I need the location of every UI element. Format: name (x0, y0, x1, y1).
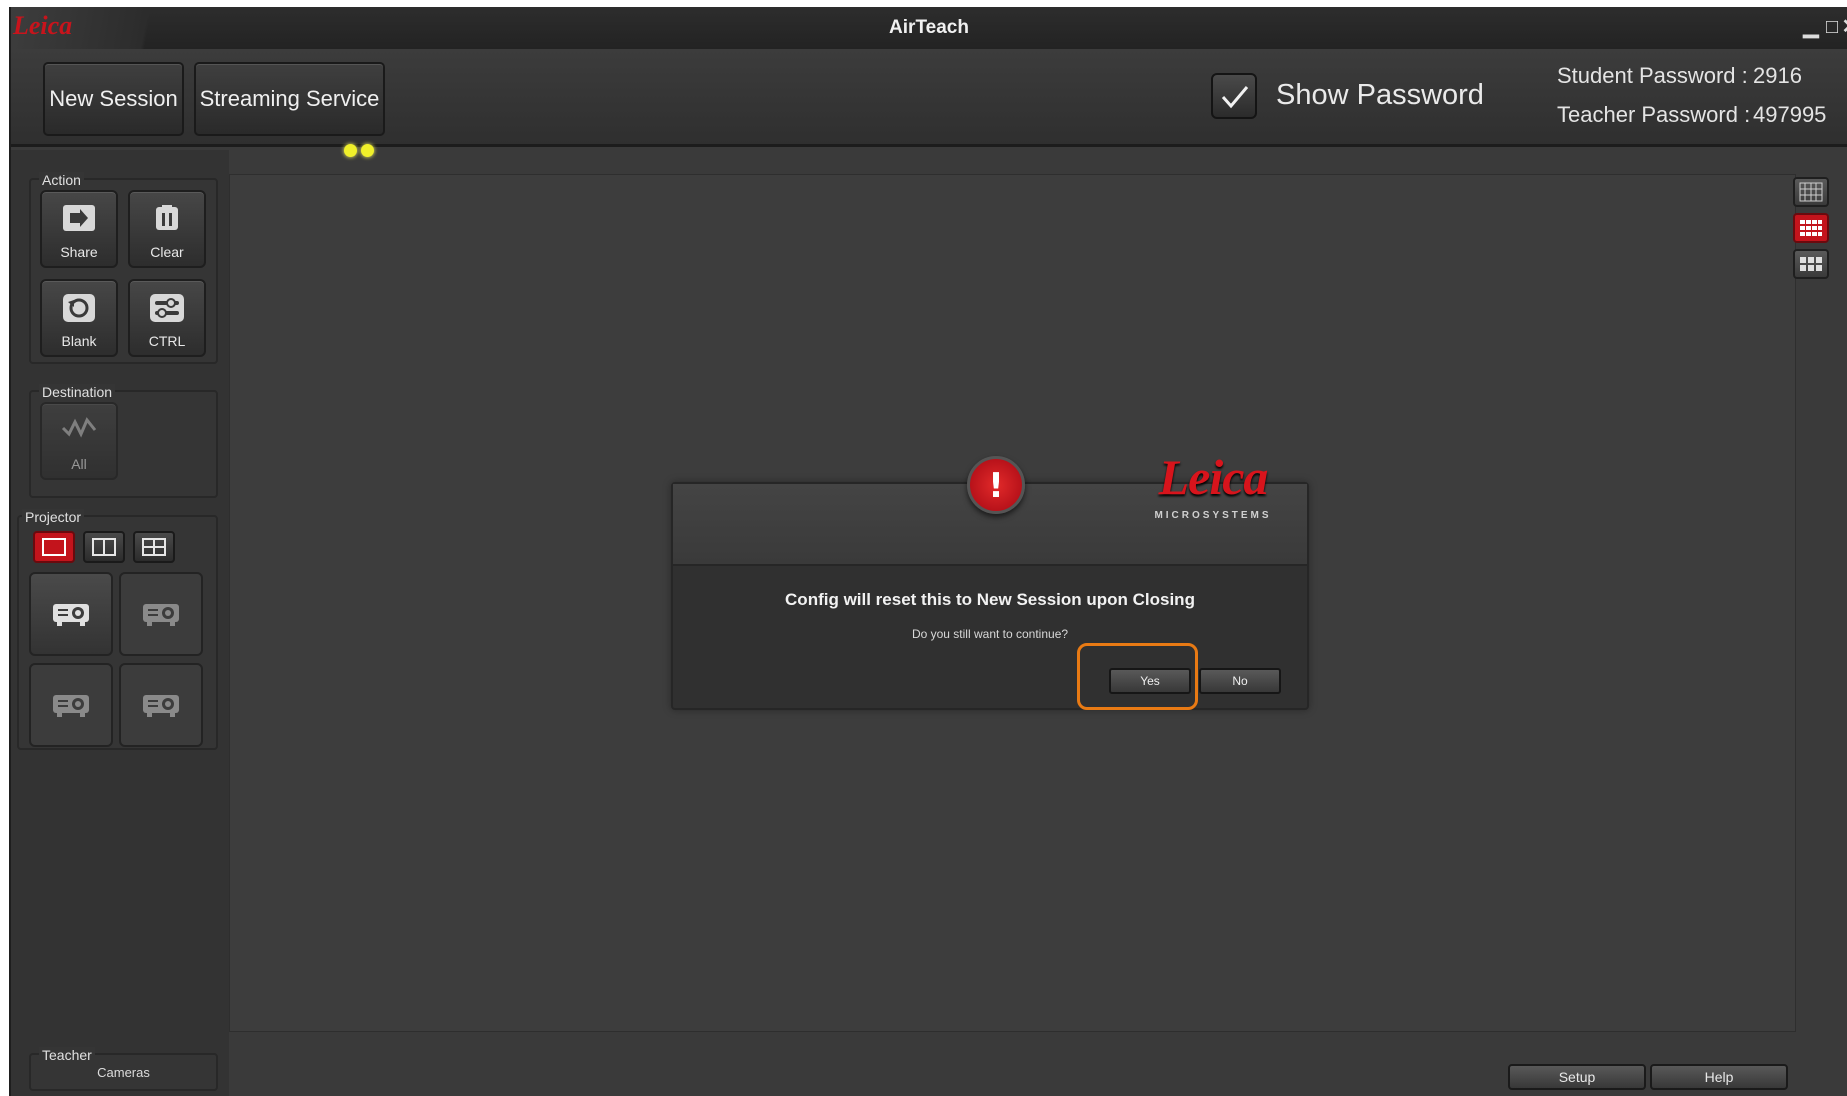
action-group-title: Action (39, 172, 84, 188)
teacher-password-row: Teacher Password : 497995 (1557, 102, 1826, 128)
projector-icon (143, 604, 179, 626)
help-button[interactable]: Help (1650, 1064, 1788, 1090)
dialog-message: Config will reset this to New Session up… (785, 590, 1195, 609)
top-toolbar: New Session Streaming Service Show Passw… (11, 49, 1847, 157)
quad-layout-icon (142, 538, 166, 556)
projector-group-title: Projector (22, 509, 85, 525)
teacher-password-label: Teacher Password : (1557, 102, 1751, 127)
window-title: AirTeach (889, 17, 969, 38)
student-password-value: 2916 (1753, 63, 1802, 88)
single-layout-icon (42, 538, 66, 556)
destination-all-button[interactable]: All (40, 402, 118, 480)
streaming-status-indicator (337, 115, 377, 157)
blank-label: Blank (61, 333, 97, 349)
no-button[interactable]: No (1199, 668, 1281, 694)
grid-medium-icon (1800, 220, 1822, 236)
share-label: Share (60, 244, 98, 260)
share-icon (63, 205, 95, 231)
dialog-question: Do you still want to continue? (911, 627, 1069, 641)
clear-button[interactable]: Clear (128, 190, 206, 268)
airteach-window: Leica AirTeach ▁ □ ✕ New Session Streami… (9, 7, 1847, 1096)
setup-button[interactable]: Setup (1508, 1064, 1646, 1090)
student-password-label: Student Password : (1557, 63, 1748, 88)
signal-icon (61, 417, 97, 438)
confirm-dialog: ! Leica MICROSYSTEMS Config will reset t… (671, 449, 1309, 710)
left-sidebar: Action Share Clear Blank CTRL Destinatio… (11, 150, 229, 1096)
new-session-button[interactable]: New Session (43, 62, 184, 136)
checkmark-icon (1221, 86, 1249, 109)
projector-1-button[interactable] (29, 572, 113, 656)
view-grid-fine-button[interactable] (1793, 177, 1829, 207)
ctrl-button[interactable]: CTRL (128, 279, 206, 357)
show-password-label: Show Password (1276, 79, 1484, 111)
projector-group: Projector (17, 509, 218, 750)
projector-3-button[interactable] (29, 663, 113, 747)
grid-large-icon (1800, 257, 1822, 271)
teacher-group: Teacher Cameras (29, 1047, 218, 1091)
ctrl-label: CTRL (148, 333, 186, 349)
projector-icon (53, 695, 89, 717)
layout-dual-button[interactable] (83, 531, 125, 563)
yes-button-highlight (1077, 643, 1198, 710)
blank-button[interactable]: Blank (40, 279, 118, 357)
projector-icon (53, 604, 89, 626)
warning-icon: ! (967, 456, 1025, 514)
refresh-icon (63, 294, 95, 322)
view-grid-medium-button[interactable] (1793, 213, 1829, 243)
teacher-cameras-button[interactable]: Cameras (31, 1065, 216, 1080)
dialog-header: ! Leica MICROSYSTEMS (673, 449, 1307, 566)
show-password-checkbox[interactable] (1211, 73, 1257, 119)
leica-logo: Leica MICROSYSTEMS (1143, 448, 1283, 521)
projector-icon (143, 695, 179, 717)
teacher-password-value: 497995 (1753, 102, 1827, 127)
projector-2-button[interactable] (119, 572, 203, 656)
dual-layout-icon (92, 538, 116, 556)
teacher-group-title: Teacher (39, 1047, 95, 1063)
clear-label: Clear (150, 244, 184, 260)
share-button[interactable]: Share (40, 190, 118, 268)
destination-all-label: All (71, 456, 87, 472)
sliders-icon (150, 294, 184, 322)
layout-single-button[interactable] (33, 531, 75, 563)
student-password-row: Student Password : 2916 (1557, 63, 1802, 89)
action-group: Action Share Clear Blank CTRL (29, 172, 218, 364)
view-grid-large-button[interactable] (1793, 249, 1829, 279)
layout-quad-button[interactable] (133, 531, 175, 563)
title-bar: Leica AirTeach ▁ □ ✕ (11, 7, 1847, 49)
streaming-service-button[interactable]: Streaming Service (194, 62, 385, 157)
grid-fine-icon (1799, 182, 1823, 202)
destination-group: Destination All (29, 384, 218, 498)
close-button[interactable]: ✕ (1840, 13, 1847, 41)
trash-icon (156, 205, 178, 230)
leica-logo-word: Leica (1158, 449, 1269, 505)
leica-logo-subtitle: MICROSYSTEMS (1154, 510, 1272, 521)
streaming-service-label: Streaming Service (199, 86, 380, 111)
projector-4-button[interactable] (119, 663, 203, 747)
destination-group-title: Destination (39, 384, 116, 400)
